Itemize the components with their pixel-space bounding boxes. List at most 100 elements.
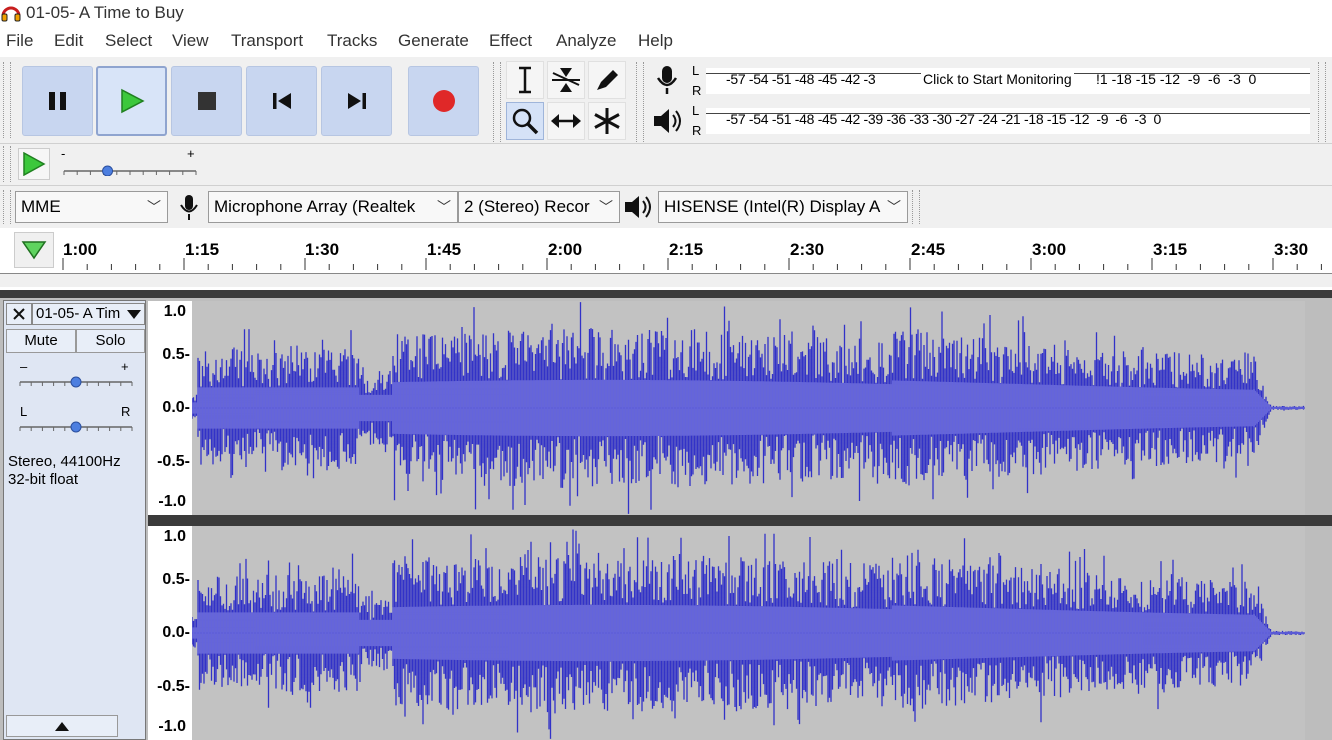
pan-slider[interactable] <box>18 420 134 434</box>
timeline-label: 3:30 <box>1274 240 1309 259</box>
menu-view[interactable]: View <box>172 31 209 51</box>
toolbar-grip[interactable] <box>636 62 644 142</box>
track-format-line1: Stereo, 44100Hz <box>8 453 121 470</box>
playback-device-select[interactable]: HISENSE (Intel(R) Display A ﹀ <box>658 191 908 223</box>
timeline-label: 2:00 <box>548 240 583 259</box>
pause-button[interactable] <box>22 66 93 136</box>
scale-label: -1.0 <box>158 718 186 735</box>
vertical-scale-left-channel[interactable]: 1.0 0.5- 0.0- -0.5- -1.0 <box>148 301 192 515</box>
waveform-graphic <box>192 302 1305 514</box>
meter-left-label: L <box>692 63 700 78</box>
close-track-button[interactable] <box>6 303 32 325</box>
timeline-label: 3:00 <box>1032 240 1067 259</box>
draw-tool-button[interactable] <box>588 61 626 99</box>
scale-label: 0.0- <box>162 624 190 641</box>
scale-label: 0.5- <box>162 346 190 363</box>
menu-effect[interactable]: Effect <box>489 31 532 51</box>
scale-label: 1.0 <box>163 528 186 545</box>
track-control-panel: 01-05- A Tim Mute Solo – + L R Stereo, 4… <box>3 300 146 740</box>
track-top-border <box>0 290 1332 298</box>
start-monitoring-prompt[interactable]: Click to Start Monitoring <box>921 71 1074 87</box>
speaker-icon <box>654 109 681 133</box>
skip-to-end-button[interactable] <box>321 66 392 136</box>
scale-label: -0.5- <box>157 453 190 470</box>
toolbar-grip[interactable] <box>3 62 11 138</box>
timeline-label: 1:00 <box>63 240 98 259</box>
audio-host-select[interactable]: MME ﹀ <box>15 191 168 223</box>
close-icon <box>13 308 25 320</box>
menu-generate[interactable]: Generate <box>398 31 469 51</box>
speed-plus-label: + <box>187 146 195 161</box>
menu-edit[interactable]: Edit <box>54 31 83 51</box>
pause-icon <box>48 92 66 110</box>
skip-to-start-button[interactable] <box>246 66 317 136</box>
triangle-up-icon <box>55 721 69 731</box>
pan-right-label: R <box>121 404 131 419</box>
track-name-menu[interactable]: 01-05- A Tim <box>32 303 145 325</box>
skip-to-start-icon <box>272 93 291 109</box>
waveform-graphic <box>192 529 1305 739</box>
time-shift-tool-button[interactable] <box>547 102 585 140</box>
scale-label: 0.0- <box>162 399 190 416</box>
playback-meter[interactable]: -57 -54 -51 -48 -45 -42 -39 -36 -33 -30 … <box>706 108 1310 134</box>
record-icon <box>432 90 455 112</box>
playback-meter-button[interactable] <box>648 103 686 139</box>
chevron-down-icon: ﹀ <box>147 199 161 215</box>
draw-tool-icon <box>597 70 618 90</box>
record-button[interactable] <box>408 66 479 136</box>
play-at-speed-button[interactable] <box>18 148 50 180</box>
toolbar-grip[interactable] <box>3 190 11 224</box>
mute-button[interactable]: Mute <box>6 329 76 353</box>
collapse-track-button[interactable] <box>6 715 118 737</box>
play-speed-slider[interactable] <box>62 163 198 177</box>
menu-file[interactable]: File <box>6 31 33 51</box>
stop-button[interactable] <box>171 66 242 136</box>
menu-select[interactable]: Select <box>105 31 152 51</box>
waveform-right-channel[interactable] <box>192 526 1305 740</box>
toolbar-grip[interactable] <box>1318 62 1326 142</box>
skip-to-end-icon <box>347 93 366 109</box>
selection-tool-button[interactable] <box>506 61 544 99</box>
menu-transport[interactable]: Transport <box>231 31 303 51</box>
gain-slider[interactable] <box>18 375 134 389</box>
record-meter-button[interactable] <box>648 62 686 98</box>
scale-label: -1.0 <box>158 493 186 510</box>
timeline-ruler[interactable]: 1:00 1:15 1:30 1:45 2:00 2:15 2:30 2:45 … <box>0 228 1332 274</box>
channel-separator <box>148 515 1332 526</box>
timeline-label: 1:15 <box>185 240 220 259</box>
toolbar-grip[interactable] <box>493 62 501 142</box>
slider-track <box>63 165 197 177</box>
timeline-label: 2:30 <box>790 240 825 259</box>
zoom-tool-button[interactable] <box>506 102 544 140</box>
play-button[interactable] <box>96 66 167 136</box>
microphone-icon <box>180 195 198 220</box>
play-icon <box>120 88 145 114</box>
meter-right-label: R <box>692 83 702 98</box>
waveform-left-channel[interactable] <box>192 301 1305 515</box>
record-meter[interactable]: -57 -54 -51 -48 -45 -42 -3 Click to Star… <box>706 68 1310 94</box>
menu-help[interactable]: Help <box>638 31 673 51</box>
envelope-tool-icon <box>552 68 580 92</box>
audacity-logo-icon <box>1 6 21 22</box>
toolbar-grip[interactable] <box>912 190 920 224</box>
envelope-tool-button[interactable] <box>547 61 585 99</box>
timeline-label: 3:15 <box>1153 240 1188 259</box>
menu-analyze[interactable]: Analyze <box>556 31 616 51</box>
solo-button[interactable]: Solo <box>76 329 145 353</box>
chevron-down-icon: ﹀ <box>599 199 613 215</box>
toolbar-grip[interactable] <box>3 146 11 182</box>
separator <box>0 143 1332 144</box>
audio-host-value: MME <box>21 197 61 216</box>
recording-channels-select[interactable]: 2 (Stereo) Recor ﹀ <box>458 191 620 223</box>
zoom-tool-icon <box>512 108 539 135</box>
triangle-down-icon <box>127 310 141 319</box>
meter-right-label: R <box>692 123 702 138</box>
multi-tool-button[interactable] <box>588 102 626 140</box>
menu-tracks[interactable]: Tracks <box>327 31 377 51</box>
timeline-label: 1:45 <box>427 240 462 259</box>
window-title: 01-05- A Time to Buy <box>26 3 184 22</box>
chevron-down-icon: ﹀ <box>887 199 901 215</box>
vertical-scale-right-channel[interactable]: 1.0 0.5- 0.0- -0.5- -1.0 <box>148 526 192 740</box>
triangle-down-icon <box>21 241 47 260</box>
recording-device-select[interactable]: Microphone Array (Realtek ﹀ <box>208 191 458 223</box>
